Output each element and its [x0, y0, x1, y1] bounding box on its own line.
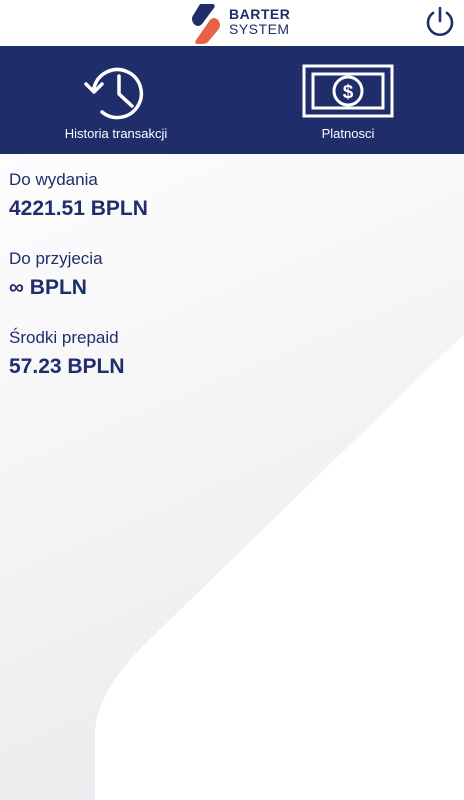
logo-text-system: SYSTEM — [229, 21, 290, 37]
nav-history-button[interactable]: Historia transakcji — [0, 46, 232, 154]
balance-prepaid-label: Środki prepaid — [9, 328, 119, 347]
logo-text-barter: BARTER — [229, 6, 291, 22]
balance-to-receive-value: ∞ BPLN — [9, 276, 87, 299]
power-icon[interactable] — [422, 4, 458, 40]
balance-to-spend-label: Do wydania — [9, 170, 98, 189]
balance-to-spend: Do wydania 4221.51 BPLN — [9, 170, 148, 222]
balance-to-receive: Do przyjecia ∞ BPLN — [9, 249, 103, 301]
balance-panel: Do wydania 4221.51 BPLN Do przyjecia ∞ B… — [0, 154, 464, 800]
svg-text:$: $ — [343, 82, 354, 103]
nav-payments-button[interactable]: $ Platnosci — [232, 46, 464, 154]
barter-system-logo: BARTER SYSTEM — [186, 2, 296, 44]
barter-logo-mark-icon — [192, 4, 220, 44]
history-clock-icon — [84, 67, 144, 120]
logo-text: BARTER SYSTEM — [229, 7, 290, 37]
balance-to-spend-value: 4221.51 BPLN — [9, 197, 148, 220]
banknote-dollar-icon: $ — [302, 64, 394, 118]
balance-prepaid-value: 57.23 BPLN — [9, 355, 125, 378]
nav-history-label: Historia transakcji — [64, 126, 168, 141]
main-nav: Historia transakcji $ Platnosci — [0, 46, 464, 154]
app-header: BARTER SYSTEM — [0, 0, 464, 46]
balance-prepaid: Środki prepaid 57.23 BPLN — [9, 328, 125, 380]
balance-to-receive-label: Do przyjecia — [9, 249, 103, 268]
nav-payments-label: Platnosci — [321, 126, 375, 141]
